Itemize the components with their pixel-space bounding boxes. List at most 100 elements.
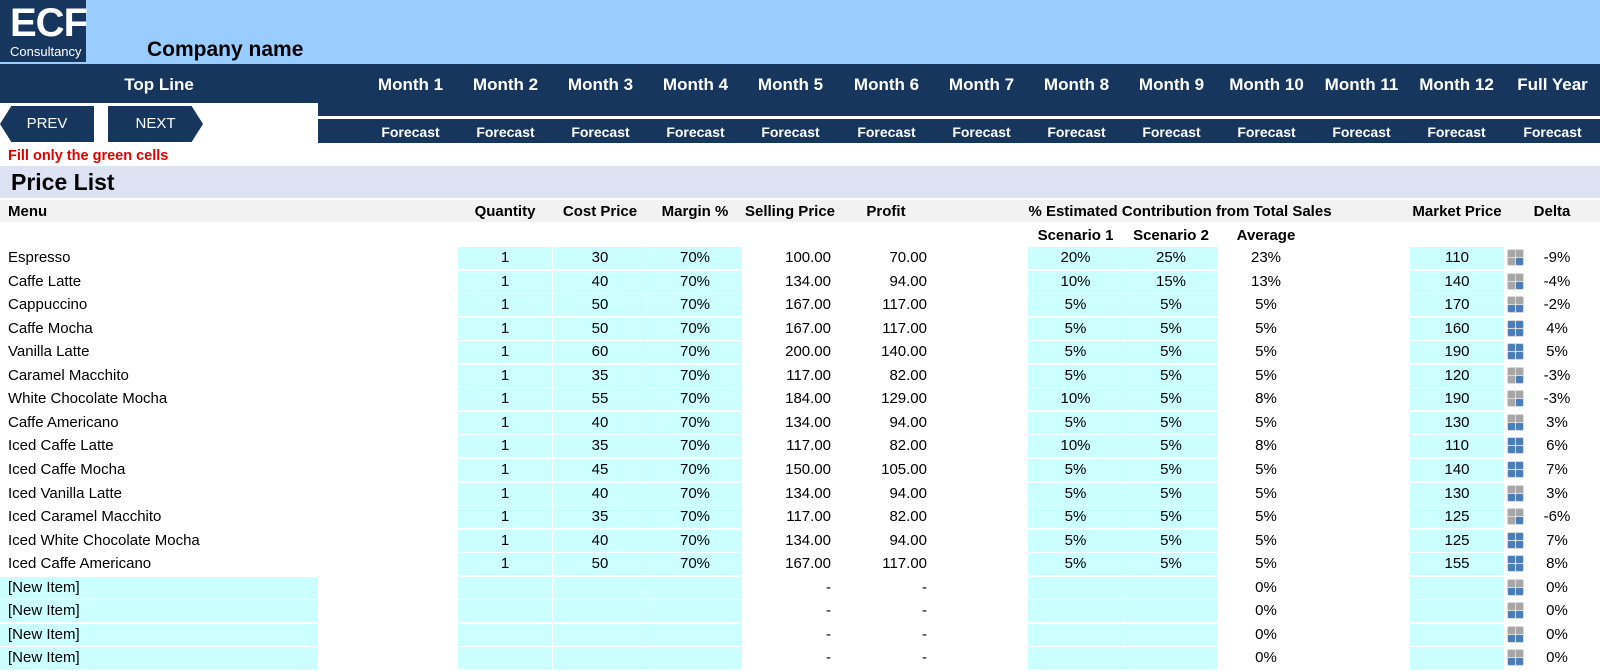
market-price-cell[interactable]: 170: [1410, 294, 1504, 316]
scenario-2-cell[interactable]: 15%: [1124, 271, 1218, 293]
scenario-2-cell[interactable]: [1124, 577, 1218, 599]
cost-price-cell[interactable]: [553, 600, 647, 622]
company-name[interactable]: Company name: [147, 36, 303, 64]
margin-cell[interactable]: 70%: [648, 318, 742, 340]
menu-item-cell[interactable]: [New Item]: [0, 577, 317, 599]
market-price-cell[interactable]: 120: [1410, 365, 1504, 387]
scenario-1-cell[interactable]: 5%: [1028, 553, 1123, 575]
cost-price-cell[interactable]: 30: [553, 247, 647, 269]
scenario-2-cell[interactable]: 5%: [1124, 318, 1218, 340]
market-price-cell[interactable]: 130: [1410, 412, 1504, 434]
scenario-1-cell[interactable]: [1028, 647, 1123, 669]
margin-cell[interactable]: [648, 600, 742, 622]
quantity-cell[interactable]: 1: [458, 506, 552, 528]
menu-item-cell[interactable]: [New Item]: [0, 647, 317, 669]
margin-cell[interactable]: 70%: [648, 365, 742, 387]
market-price-cell[interactable]: 110: [1410, 247, 1504, 269]
margin-cell[interactable]: 70%: [648, 271, 742, 293]
scenario-2-cell[interactable]: 5%: [1124, 365, 1218, 387]
market-price-cell[interactable]: [1410, 647, 1504, 669]
margin-cell[interactable]: [648, 647, 742, 669]
scenario-2-cell[interactable]: 5%: [1124, 530, 1218, 552]
margin-cell[interactable]: 70%: [648, 388, 742, 410]
cost-price-cell[interactable]: 55: [553, 388, 647, 410]
next-button[interactable]: NEXT: [108, 106, 203, 142]
cost-price-cell[interactable]: [553, 577, 647, 599]
cost-price-cell[interactable]: 50: [553, 318, 647, 340]
margin-cell[interactable]: 70%: [648, 459, 742, 481]
scenario-1-cell[interactable]: [1028, 600, 1123, 622]
quantity-cell[interactable]: 1: [458, 271, 552, 293]
cost-price-cell[interactable]: [553, 647, 647, 669]
quantity-cell[interactable]: [458, 600, 552, 622]
quantity-cell[interactable]: 1: [458, 365, 552, 387]
quantity-cell[interactable]: [458, 577, 552, 599]
cost-price-cell[interactable]: 40: [553, 530, 647, 552]
cost-price-cell[interactable]: [553, 624, 647, 646]
quantity-cell[interactable]: 1: [458, 341, 552, 363]
menu-item-cell[interactable]: [New Item]: [0, 624, 317, 646]
quantity-cell[interactable]: 1: [458, 459, 552, 481]
scenario-2-cell[interactable]: 5%: [1124, 388, 1218, 410]
quantity-cell[interactable]: 1: [458, 247, 552, 269]
quantity-cell[interactable]: 1: [458, 435, 552, 457]
scenario-2-cell[interactable]: [1124, 600, 1218, 622]
scenario-1-cell[interactable]: 10%: [1028, 388, 1123, 410]
scenario-2-cell[interactable]: 25%: [1124, 247, 1218, 269]
scenario-2-cell[interactable]: 5%: [1124, 294, 1218, 316]
margin-cell[interactable]: 70%: [648, 435, 742, 457]
menu-item-cell[interactable]: [New Item]: [0, 600, 317, 622]
scenario-1-cell[interactable]: 20%: [1028, 247, 1123, 269]
margin-cell[interactable]: 70%: [648, 530, 742, 552]
quantity-cell[interactable]: [458, 624, 552, 646]
margin-cell[interactable]: 70%: [648, 412, 742, 434]
scenario-1-cell[interactable]: 5%: [1028, 459, 1123, 481]
cost-price-cell[interactable]: 60: [553, 341, 647, 363]
scenario-1-cell[interactable]: 5%: [1028, 483, 1123, 505]
scenario-2-cell[interactable]: 5%: [1124, 435, 1218, 457]
margin-cell[interactable]: 70%: [648, 247, 742, 269]
market-price-cell[interactable]: 160: [1410, 318, 1504, 340]
scenario-1-cell[interactable]: 5%: [1028, 341, 1123, 363]
scenario-1-cell[interactable]: [1028, 624, 1123, 646]
cost-price-cell[interactable]: 40: [553, 483, 647, 505]
quantity-cell[interactable]: 1: [458, 483, 552, 505]
market-price-cell[interactable]: 125: [1410, 530, 1504, 552]
cost-price-cell[interactable]: 45: [553, 459, 647, 481]
scenario-1-cell[interactable]: 10%: [1028, 435, 1123, 457]
cost-price-cell[interactable]: 35: [553, 435, 647, 457]
scenario-2-cell[interactable]: [1124, 624, 1218, 646]
quantity-cell[interactable]: 1: [458, 412, 552, 434]
margin-cell[interactable]: 70%: [648, 294, 742, 316]
quantity-cell[interactable]: 1: [458, 318, 552, 340]
scenario-1-cell[interactable]: 5%: [1028, 506, 1123, 528]
scenario-2-cell[interactable]: [1124, 647, 1218, 669]
scenario-1-cell[interactable]: [1028, 577, 1123, 599]
scenario-2-cell[interactable]: 5%: [1124, 459, 1218, 481]
scenario-2-cell[interactable]: 5%: [1124, 553, 1218, 575]
cost-price-cell[interactable]: 40: [553, 412, 647, 434]
margin-cell[interactable]: 70%: [648, 553, 742, 575]
margin-cell[interactable]: 70%: [648, 506, 742, 528]
scenario-2-cell[interactable]: 5%: [1124, 341, 1218, 363]
market-price-cell[interactable]: 140: [1410, 459, 1504, 481]
quantity-cell[interactable]: 1: [458, 553, 552, 575]
market-price-cell[interactable]: 125: [1410, 506, 1504, 528]
quantity-cell[interactable]: [458, 647, 552, 669]
scenario-1-cell[interactable]: 5%: [1028, 530, 1123, 552]
quantity-cell[interactable]: 1: [458, 530, 552, 552]
cost-price-cell[interactable]: 50: [553, 294, 647, 316]
prev-button[interactable]: PREV: [0, 106, 94, 142]
cost-price-cell[interactable]: 35: [553, 506, 647, 528]
scenario-2-cell[interactable]: 5%: [1124, 483, 1218, 505]
market-price-cell[interactable]: 190: [1410, 341, 1504, 363]
market-price-cell[interactable]: 155: [1410, 553, 1504, 575]
scenario-1-cell[interactable]: 10%: [1028, 271, 1123, 293]
market-price-cell[interactable]: [1410, 600, 1504, 622]
market-price-cell[interactable]: [1410, 577, 1504, 599]
cost-price-cell[interactable]: 35: [553, 365, 647, 387]
scenario-2-cell[interactable]: 5%: [1124, 506, 1218, 528]
market-price-cell[interactable]: 110: [1410, 435, 1504, 457]
market-price-cell[interactable]: 190: [1410, 388, 1504, 410]
scenario-1-cell[interactable]: 5%: [1028, 365, 1123, 387]
